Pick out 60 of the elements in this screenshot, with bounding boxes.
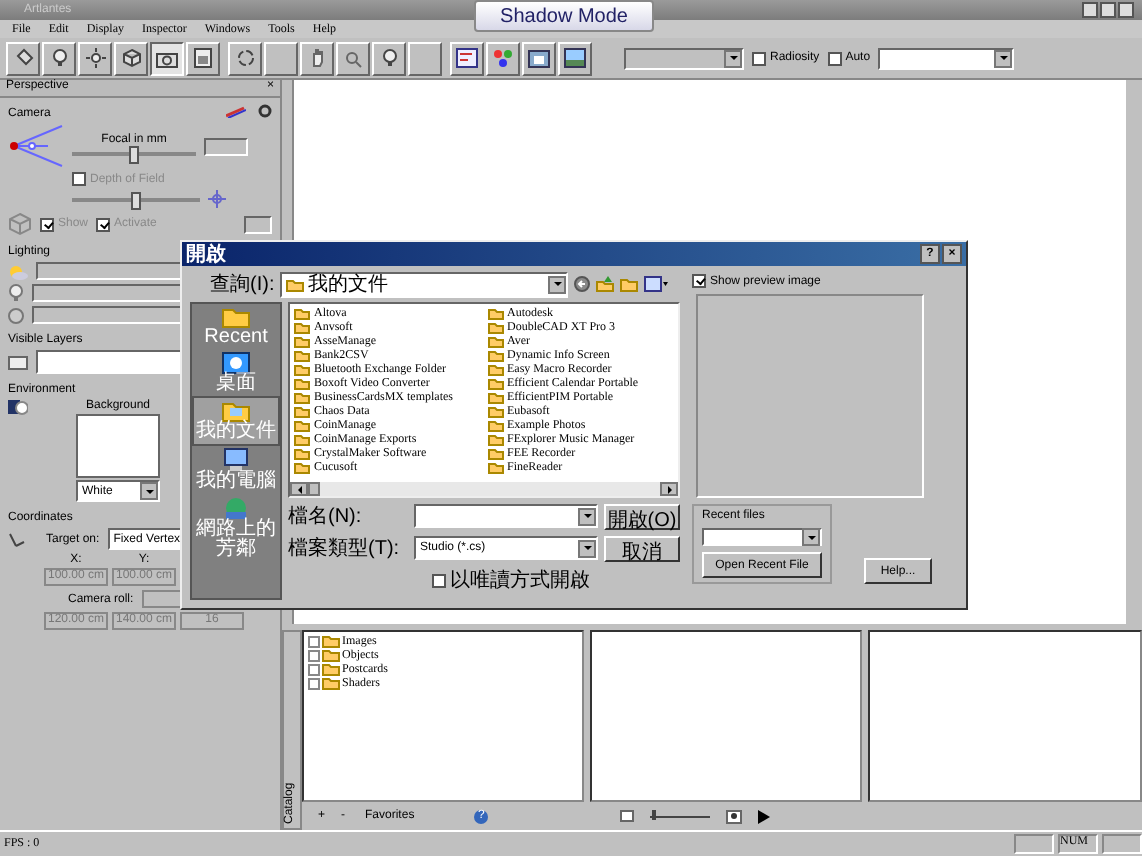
magnifier-icon: [344, 49, 362, 67]
dropdown[interactable]: [702, 528, 822, 546]
palette-icon: [492, 48, 514, 68]
image-icon: [564, 48, 586, 68]
desktop-icon: [222, 352, 250, 374]
layers-icon: [8, 355, 28, 369]
bucket-icon: [13, 48, 33, 68]
target-icon: [208, 190, 226, 208]
folder-icon: [222, 306, 250, 328]
dropdown[interactable]: [624, 47, 744, 69]
view-menu-icon[interactable]: [644, 276, 669, 292]
lamp-icon: [8, 307, 24, 323]
camera-icon: [156, 49, 178, 67]
minimize-button[interactable]: [1082, 2, 1098, 18]
camera-cone-icon: [8, 124, 64, 168]
cancel-button[interactable]: 取消: [604, 535, 680, 561]
input-field[interactable]: [204, 137, 248, 155]
place-button[interactable]: 我的電腦: [192, 446, 280, 494]
status-panel: [1102, 834, 1142, 854]
bulb-icon: [51, 48, 67, 68]
place-button[interactable]: Recent: [192, 304, 280, 350]
bulb-icon: [8, 284, 24, 302]
computer-icon: [222, 448, 250, 472]
sun-icon: [85, 48, 105, 68]
large-thumbnail-icon: [726, 809, 743, 823]
input-field[interactable]: [244, 215, 272, 233]
dialog-title: 開啟: [186, 241, 226, 268]
place-button[interactable]: 桌面: [192, 350, 280, 396]
folder-icon: [222, 400, 250, 422]
small-thumbnail-icon: [620, 810, 635, 822]
window-icon: [456, 48, 478, 68]
rotate-icon: [235, 48, 255, 68]
checkbox[interactable]: 以唯讀方式開啟: [432, 566, 590, 594]
cube-icon: [121, 48, 141, 68]
restore-button[interactable]: [1100, 2, 1116, 18]
gear-icon: [258, 104, 272, 118]
render-icon: [528, 48, 550, 68]
place-button[interactable]: 網路上的芳鄰: [192, 494, 280, 562]
bulb-icon: [381, 48, 397, 68]
field-label: 查詢(I):: [210, 271, 275, 298]
close-button[interactable]: [1118, 2, 1134, 18]
network-icon: [222, 496, 250, 520]
field-label: 檔名(N):: [288, 503, 364, 530]
back-icon[interactable]: [574, 276, 591, 292]
mode-badge: Shadow Mode: [474, 0, 654, 32]
field-label: 檔案類型(T):: [288, 535, 402, 562]
hand-icon: [309, 48, 325, 68]
dropdown[interactable]: 我的文件: [280, 271, 569, 297]
play-icon[interactable]: [758, 809, 771, 823]
environment-icon: [8, 400, 28, 416]
open-button[interactable]: 開啟(O): [604, 503, 680, 529]
filename-field[interactable]: [414, 504, 598, 528]
sun-cloud-icon: [8, 263, 28, 279]
cube-icon: [8, 212, 32, 236]
tool-button[interactable]: [150, 41, 184, 75]
background-preview: [76, 414, 160, 478]
frame-icon: [194, 48, 212, 68]
dropdown[interactable]: [878, 47, 1015, 69]
status-panel: [1014, 834, 1054, 854]
horizontal-scrollbar[interactable]: [290, 482, 678, 496]
